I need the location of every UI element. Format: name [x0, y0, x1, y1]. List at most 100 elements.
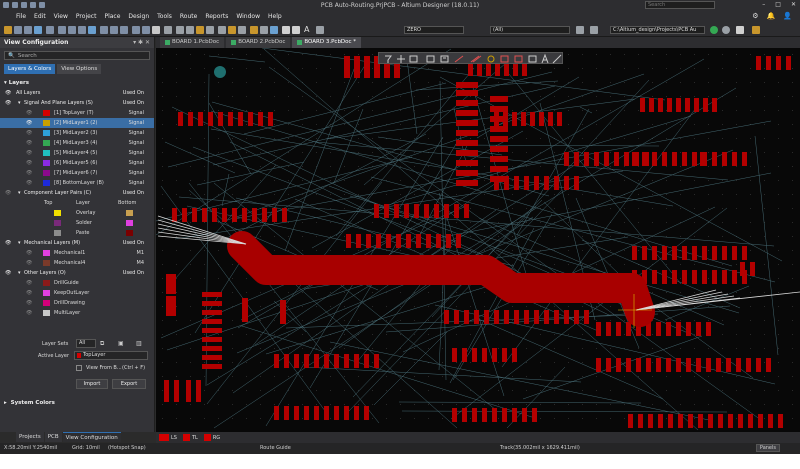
export-button[interactable]: Export: [112, 379, 146, 389]
layer-tab-tl[interactable]: TL: [182, 434, 198, 441]
fill-icon[interactable]: [238, 26, 246, 34]
layer-sets-select[interactable]: All: [76, 339, 96, 348]
eye-icon[interactable]: 👁: [26, 308, 32, 318]
interactive-route-icon[interactable]: [196, 26, 204, 34]
top-color-swatch[interactable]: [54, 230, 61, 236]
clear-icon[interactable]: [142, 26, 150, 34]
layer-color-swatch[interactable]: [43, 300, 50, 306]
tab-view-options[interactable]: View Options: [57, 64, 102, 74]
mech-row-mechanical4[interactable]: 👁 Mechanical4 M4: [0, 258, 154, 268]
cross-probe-icon[interactable]: [164, 26, 172, 34]
menu-project[interactable]: Project: [76, 13, 97, 20]
layer-color-swatch[interactable]: [43, 110, 50, 116]
pin-icon[interactable]: ✱: [138, 39, 143, 46]
layer-set-manager-icon[interactable]: ⧉: [100, 340, 104, 348]
diff-pair-icon[interactable]: [206, 26, 214, 34]
signal-group-row[interactable]: 👁 ▾ Signal And Plane Layers (S) Used On: [0, 98, 154, 108]
zoom-fit-icon[interactable]: [46, 26, 54, 34]
maximize-icon[interactable]: □: [775, 1, 781, 8]
panel-search-input[interactable]: 🔍 Search: [4, 51, 150, 60]
all-layers-row[interactable]: 👁 All Layers Used On: [0, 88, 154, 98]
select-icon[interactable]: [100, 26, 108, 34]
pcb-canvas[interactable]: [156, 48, 800, 432]
mech-group-row[interactable]: 👁 ▾ Mechanical Layers (M) Used On: [0, 238, 154, 248]
menu-window[interactable]: Window: [236, 13, 260, 20]
bottom-color-swatch[interactable]: [126, 230, 133, 236]
layer-row-toplayer[interactable]: 👁 [1] TopLayer (T) Signal: [0, 108, 154, 118]
layer-color-swatch[interactable]: [43, 290, 50, 296]
eye-icon[interactable]: 👁: [26, 148, 32, 158]
save-icon[interactable]: [14, 26, 22, 34]
panels-button[interactable]: Panels: [755, 444, 780, 452]
grid-icon[interactable]: [152, 26, 160, 34]
component-row-paste[interactable]: Paste: [0, 228, 154, 238]
layer-color-swatch[interactable]: [43, 260, 50, 266]
polygon-icon[interactable]: [260, 26, 268, 34]
menu-route[interactable]: Route: [180, 13, 197, 20]
other-row-keepout[interactable]: 👁 KeepOutLayer: [0, 288, 154, 298]
save-set-icon[interactable]: ▣: [118, 340, 124, 347]
tab-projects[interactable]: Projects: [16, 432, 44, 442]
top-color-swatch[interactable]: [54, 210, 61, 216]
import-button[interactable]: Import: [76, 379, 108, 389]
layer-color-swatch[interactable]: [43, 130, 50, 136]
view-from-bottom-checkbox[interactable]: [76, 365, 82, 371]
current-layer-combo[interactable]: ZERO: [404, 26, 464, 34]
eye-icon[interactable]: 👁: [26, 258, 32, 268]
layer-row-midlayer2[interactable]: 👁 [3] MidLayer2 (3) Signal: [0, 128, 154, 138]
filter-icon[interactable]: [176, 26, 184, 34]
eye-icon[interactable]: 👁: [26, 168, 32, 178]
route-icon[interactable]: [186, 26, 194, 34]
dimension-icon[interactable]: [292, 26, 300, 34]
menu-view[interactable]: View: [54, 13, 68, 20]
other-row-drilldrawing[interactable]: 👁 DrillDrawing: [0, 298, 154, 308]
pcb-board-drawing[interactable]: [156, 48, 800, 432]
component-group-row[interactable]: 👁 ▾ Component Layer Pairs (C) Used On: [0, 188, 154, 198]
paste-icon[interactable]: [78, 26, 86, 34]
eye-icon[interactable]: 👁: [26, 248, 32, 258]
filter-combo[interactable]: (All): [490, 26, 570, 34]
menu-tools[interactable]: Tools: [157, 13, 172, 20]
other-group-row[interactable]: 👁 ▾ Other Layers (O) Used On: [0, 268, 154, 278]
bottom-color-swatch[interactable]: [126, 210, 133, 216]
layers-section-header[interactable]: ▾ Layers: [0, 78, 154, 88]
doc-tab-board1[interactable]: BOARD 1.PcbDoc: [160, 37, 225, 48]
eye-icon[interactable]: 👁: [5, 88, 11, 98]
string-icon[interactable]: [316, 26, 324, 34]
project-path-field[interactable]: C:\Altium_design\Projects\PCB Au: [610, 26, 705, 34]
refresh-icon[interactable]: [722, 26, 730, 34]
eye-icon[interactable]: 👁: [26, 128, 32, 138]
doc-tab-board2[interactable]: BOARD 2.PcbDoc: [226, 37, 291, 48]
menu-help[interactable]: Help: [268, 13, 282, 20]
layer-color-swatch[interactable]: [43, 150, 50, 156]
layer-color-swatch[interactable]: [43, 180, 50, 186]
close-icon[interactable]: ✕: [791, 1, 796, 8]
browse-icon[interactable]: [590, 26, 598, 34]
minimize-icon[interactable]: –: [762, 1, 765, 8]
layer-color-swatch[interactable]: [43, 120, 50, 126]
layer-tab-rg[interactable]: RG: [203, 434, 220, 441]
layer-row-midlayer6[interactable]: 👁 [7] MidLayer6 (7) Signal: [0, 168, 154, 178]
region-icon[interactable]: [282, 26, 290, 34]
component-icon[interactable]: [270, 26, 278, 34]
layer-color-swatch[interactable]: [43, 250, 50, 256]
layer-color-swatch[interactable]: [43, 280, 50, 286]
layer-color-swatch[interactable]: [43, 140, 50, 146]
eye-icon[interactable]: 👁: [5, 268, 11, 278]
top-color-swatch[interactable]: [54, 220, 61, 226]
eye-icon[interactable]: 👁: [26, 288, 32, 298]
deselect-icon[interactable]: [132, 26, 140, 34]
layer-color-swatch[interactable]: [43, 170, 50, 176]
active-layer-select[interactable]: TopLayer: [74, 351, 148, 360]
title-search-input[interactable]: Search: [645, 1, 715, 9]
layer-row-midlayer4[interactable]: 👁 [5] MidLayer4 (5) Signal: [0, 148, 154, 158]
component-row-solder[interactable]: Solder: [0, 218, 154, 228]
menu-edit[interactable]: Edit: [34, 13, 46, 20]
eye-icon[interactable]: 👁: [26, 118, 32, 128]
system-colors-section[interactable]: ▸ System Colors: [0, 398, 55, 408]
layer-row-midlayer3[interactable]: 👁 [4] MidLayer3 (4) Signal: [0, 138, 154, 148]
delete-set-icon[interactable]: ▥: [136, 340, 142, 347]
eye-icon[interactable]: 👁: [26, 158, 32, 168]
gear-icon[interactable]: ⚙: [752, 12, 758, 20]
panel-close-icon[interactable]: ✕: [145, 39, 150, 46]
